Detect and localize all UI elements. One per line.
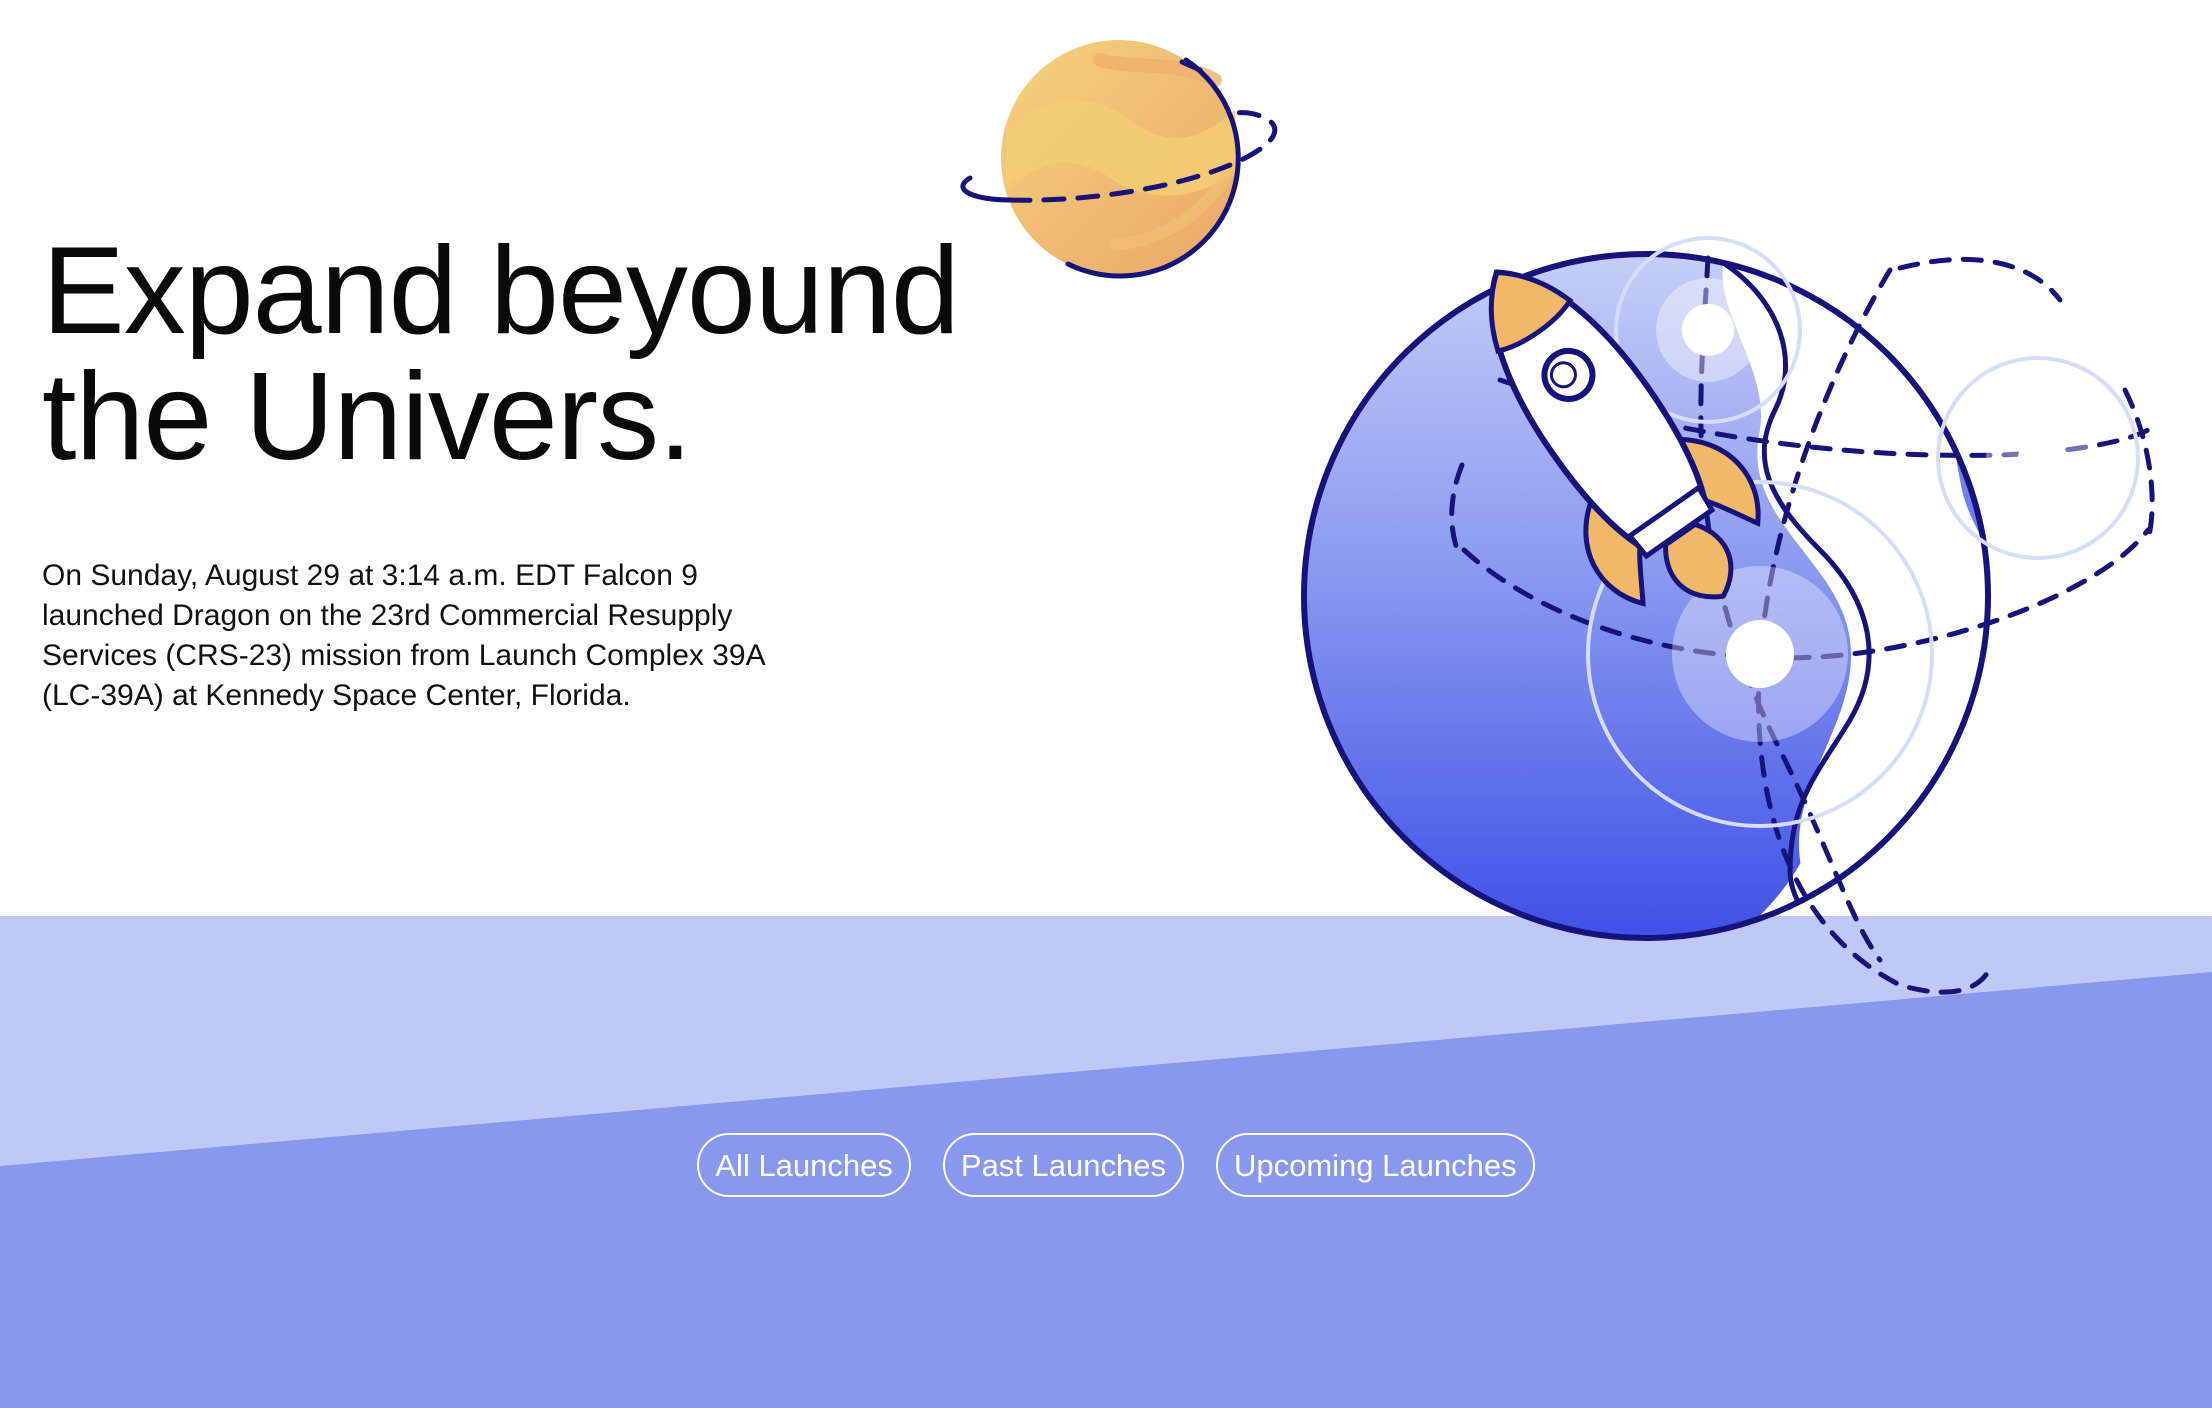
- headline-line-1: Expand beyound: [42, 222, 960, 360]
- upcoming-launches-button[interactable]: Upcoming Launches: [1215, 1133, 1535, 1197]
- page-title: Expand beyound the Univers.: [42, 228, 1022, 480]
- launch-filter-nav: All Launches Past Launches Upcoming Laun…: [0, 1133, 2212, 1197]
- headline-line-2: the Univers.: [42, 348, 693, 486]
- space-illustration: [960, 40, 2155, 995]
- planet-icon: [960, 40, 1278, 279]
- hero-text-block: Expand beyound the Univers. On Sunday, A…: [42, 228, 1022, 716]
- hero-description: On Sunday, August 29 at 3:14 a.m. EDT Fa…: [42, 559, 764, 712]
- all-launches-button[interactable]: All Launches: [697, 1133, 911, 1197]
- hero-page: Expand beyound the Univers. On Sunday, A…: [0, 0, 2212, 1408]
- past-launches-button[interactable]: Past Launches: [942, 1133, 1184, 1197]
